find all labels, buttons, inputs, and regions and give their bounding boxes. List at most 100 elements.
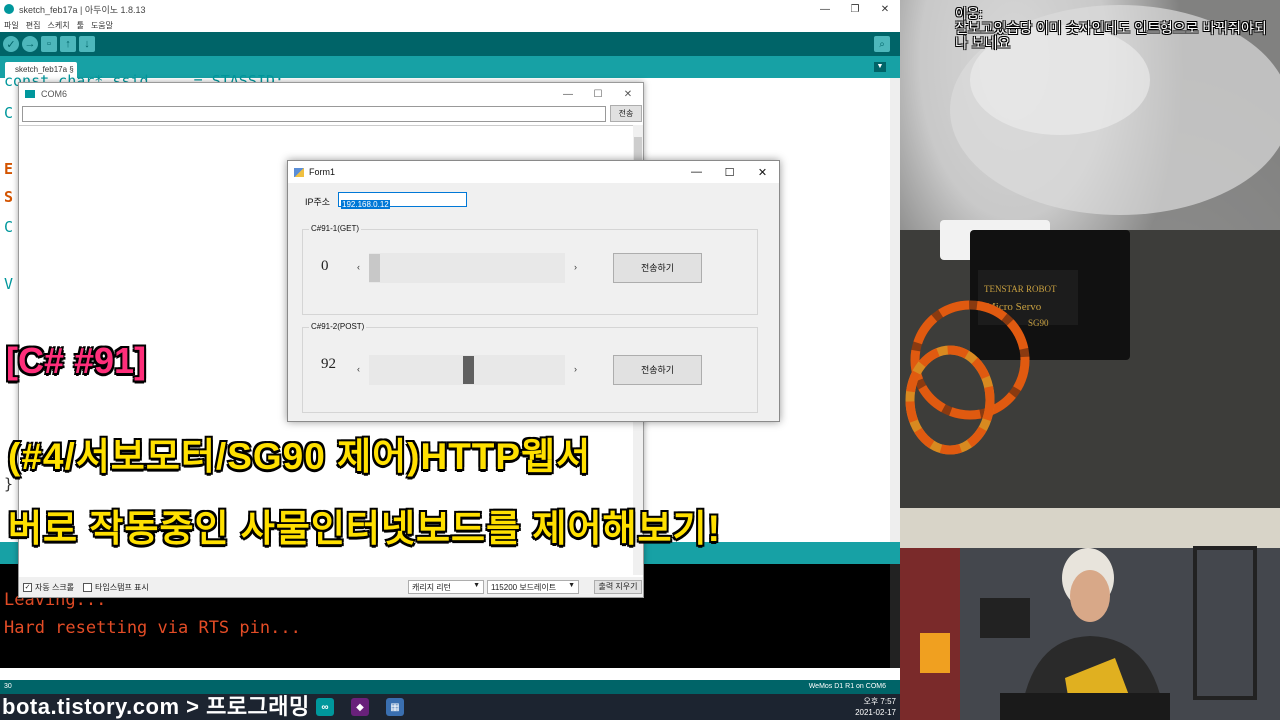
servo-photo: TENSTAR ROBOT Micro Servo SG90 [900, 0, 1280, 508]
timestamp-label: 타임스탬프 표시 [95, 583, 149, 592]
serial-monitor-icon[interactable]: ⌕ [874, 36, 890, 52]
open-file-icon[interactable]: ↑ [60, 36, 76, 52]
code-line: E [4, 160, 14, 178]
visual-studio-taskbar-icon[interactable]: ◆ [351, 698, 369, 716]
baud-rate-value: 115200 보드레이트 [491, 583, 557, 592]
close-icon[interactable]: ✕ [870, 0, 900, 18]
minimize-icon[interactable]: — [553, 83, 583, 105]
checkbox-checked-icon: ✓ [23, 583, 32, 592]
arduino-app-icon [4, 4, 14, 14]
console-scrollbar[interactable] [890, 564, 900, 668]
get-value-label: 0 [321, 258, 329, 274]
serial-send-input[interactable] [22, 106, 606, 122]
taskbar: bota.tistory.com > 프로그래밍 ∞ ◆ ▦ 오후 7:57 2… [0, 694, 900, 720]
chevron-down-icon: ▼ [473, 582, 480, 589]
scroll-left-icon[interactable]: ‹ [357, 364, 360, 374]
serial-monitor-bottombar: ✓ 자동 스크롤 타임스탬프 표시 캐리지 리턴 ▼ 115200 보드레이트 … [19, 577, 643, 597]
post-groupbox: C#91-2(POST) 92 ‹ › 전송하기 [302, 322, 758, 413]
webcam-feed [900, 508, 1280, 720]
code-line: S [4, 188, 14, 206]
chat-username: 이웅: [955, 6, 983, 21]
arduino-taskbar-icon[interactable]: ∞ [316, 698, 334, 716]
line-number: 30 [4, 683, 12, 690]
post-group-label: C#91-2(POST) [309, 322, 367, 331]
maximize-icon[interactable]: ☐ [713, 161, 746, 183]
ip-address-input[interactable]: 192.168.0.12 [338, 192, 467, 209]
form-app-icon [294, 167, 304, 177]
arduino-app-icon [25, 90, 35, 98]
editor-scrollbar[interactable] [890, 78, 900, 542]
form1-titlebar: Form1 — ☐ ✕ [288, 161, 779, 183]
menu-tools[interactable]: 툴 [77, 20, 84, 31]
scroll-right-icon[interactable]: › [574, 364, 577, 374]
get-send-button[interactable]: 전송하기 [613, 253, 702, 283]
menu-help[interactable]: 도움말 [91, 20, 113, 31]
chevron-down-icon: ▼ [568, 582, 575, 589]
serial-send-button[interactable]: 전송 [610, 105, 642, 122]
new-file-icon[interactable]: ▫ [41, 36, 57, 52]
upload-icon[interactable]: → [22, 36, 38, 52]
servo-part-label: SG90 [1028, 318, 1049, 328]
close-icon[interactable]: ✕ [746, 161, 779, 183]
ide-menubar: 파일 편집 스케치 툴 도움말 [0, 18, 900, 32]
save-file-icon[interactable]: ↓ [79, 36, 95, 52]
line-ending-select[interactable]: 캐리지 리턴 ▼ [408, 580, 484, 594]
baud-rate-select[interactable]: 115200 보드레이트 ▼ [487, 580, 579, 594]
chat-message: 잘보고있습당 이미 숫자인데도 인트형으로 바꿔줘야되나 보네요 [955, 20, 1267, 51]
get-groupbox: C#91-1(GET) 0 ‹ › 전송하기 [302, 224, 758, 315]
menu-file[interactable]: 파일 [4, 20, 19, 31]
maximize-icon[interactable]: ❐ [840, 0, 870, 18]
minimize-icon[interactable]: — [680, 161, 713, 183]
serial-monitor-titlebar: COM6 — ☐ ✕ [19, 83, 643, 105]
form-app-taskbar-icon[interactable]: ▦ [386, 698, 404, 716]
clock-date: 2021-02-17 [855, 708, 896, 717]
ide-toolbar: ✓ → ▫ ↑ ↓ ⌕ [0, 32, 900, 56]
code-line: C [4, 218, 14, 236]
get-group-label: C#91-1(GET) [309, 224, 362, 233]
get-scroll-thumb[interactable] [369, 254, 380, 282]
post-scroll-thumb[interactable] [463, 356, 474, 384]
presenter-photo [900, 508, 1280, 720]
get-scrollbar[interactable]: ‹ › [355, 253, 579, 283]
console-line: Hard resetting via RTS pin... [4, 618, 301, 638]
tab-menu-icon[interactable]: ▼ [874, 62, 886, 72]
code-line: V [4, 275, 14, 293]
menu-edit[interactable]: 편집 [26, 20, 41, 31]
servo-camera-feed: TENSTAR ROBOT Micro Servo SG90 [900, 0, 1280, 508]
clock-time: 오후 7:57 [863, 697, 896, 706]
code-line: C [4, 104, 14, 122]
post-send-button[interactable]: 전송하기 [613, 355, 702, 385]
live-chat-overlay: 이웅: 잘보고있습당 이미 숫자인데도 인트형으로 바꿔줘야되나 보네요 [955, 6, 1275, 51]
ide-window-title: sketch_feb17a | 아두이노 1.8.13 [19, 4, 146, 15]
post-scrollbar[interactable]: ‹ › [355, 355, 579, 385]
form1-title: Form1 [309, 167, 336, 177]
scroll-rail[interactable] [369, 253, 565, 283]
autoscroll-label: 자동 스크롤 [35, 583, 75, 592]
minimize-icon[interactable]: — [810, 0, 840, 18]
post-value-label: 92 [321, 356, 336, 372]
scroll-right-icon[interactable]: › [574, 262, 577, 272]
caption-episode: [C# #91] [5, 339, 147, 382]
serial-monitor-title: COM6 [41, 89, 68, 99]
servo-brand-label: TENSTAR ROBOT [984, 284, 1057, 294]
blog-watermark: bota.tistory.com > 프로그래밍 [2, 694, 310, 719]
form1-window: Form1 — ☐ ✕ IP주소 192.168.0.12 C#91-1(GET… [287, 160, 780, 422]
board-port-status: WeMos D1 R1 on COM6 [808, 683, 886, 690]
scroll-rail[interactable] [369, 355, 565, 385]
ide-titlebar: sketch_feb17a | 아두이노 1.8.13 — ❐ ✕ [0, 0, 900, 18]
menu-sketch[interactable]: 스케치 [47, 20, 69, 31]
autoscroll-checkbox[interactable]: ✓ 자동 스크롤 [23, 582, 74, 593]
checkbox-unchecked-icon [83, 583, 92, 592]
line-ending-value: 캐리지 리턴 [412, 583, 452, 592]
clear-output-button[interactable]: 출력 지우기 [594, 580, 642, 594]
caption-title-line1: (#4/서보모터/SG90 제어)HTTP웹서 [7, 435, 592, 478]
taskbar-clock[interactable]: 오후 7:57 2021-02-17 [855, 696, 896, 718]
close-icon[interactable]: ✕ [613, 83, 643, 105]
caption-title-line2: 버로 작동중인 사물인터넷보드를 제어해보기! [7, 507, 721, 550]
timestamp-checkbox[interactable]: 타임스탬프 표시 [83, 582, 149, 593]
verify-icon[interactable]: ✓ [3, 36, 19, 52]
scroll-left-icon[interactable]: ‹ [357, 262, 360, 272]
maximize-icon[interactable]: ☐ [583, 83, 613, 105]
ip-label: IP주소 [305, 197, 331, 207]
ip-address-value: 192.168.0.12 [341, 200, 390, 209]
